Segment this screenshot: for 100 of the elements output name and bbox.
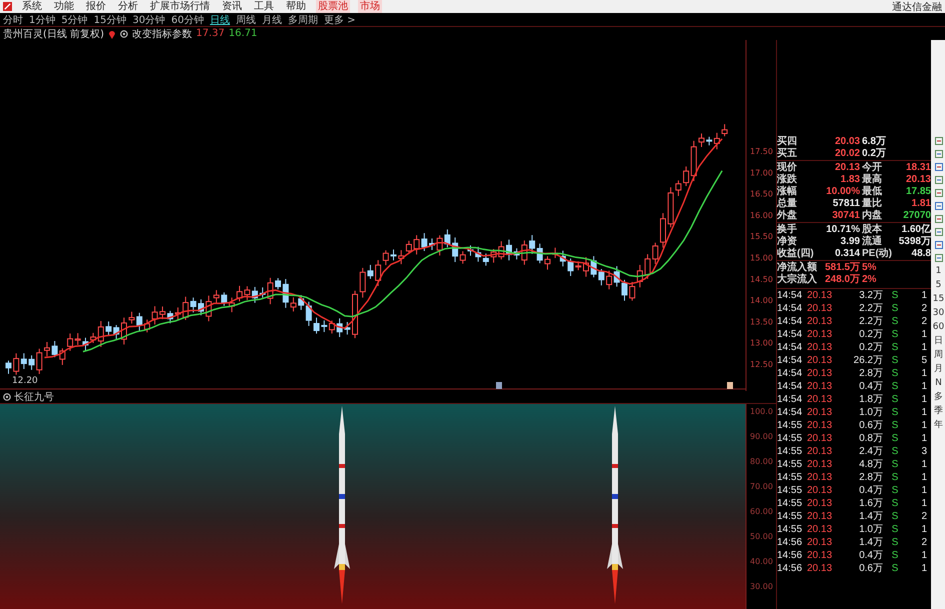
price-axis-label: 12.50 <box>750 360 773 369</box>
trade-volume: 26.2万 <box>852 354 883 367</box>
period-tab[interactable]: 日线 <box>210 12 230 26</box>
menu-item[interactable]: 分析 <box>116 0 140 13</box>
marker-icon <box>727 382 733 389</box>
toolbar-button[interactable]: 30 <box>932 308 944 319</box>
gear-icon[interactable] <box>120 28 128 38</box>
trade-side: S <box>890 510 900 523</box>
trade-side: S <box>890 380 900 393</box>
toolbar-icon[interactable] <box>934 253 944 263</box>
trade-time: 14:55 <box>777 419 804 432</box>
trade-price: 20.13 <box>807 315 834 328</box>
trade-count: 1 <box>920 328 927 341</box>
trade-volume: 1.0万 <box>858 406 883 419</box>
menu-item[interactable]: 功能 <box>52 0 76 13</box>
quote-cell-text: 内盘 <box>862 210 883 222</box>
toolbar-button[interactable]: 日 <box>934 336 943 347</box>
trade-volume: 1.6万 <box>858 497 883 510</box>
trade-volume: 0.4万 <box>858 380 883 393</box>
price-axis-label: 14.50 <box>750 274 773 284</box>
price-axis-label: 17.50 <box>750 147 773 156</box>
toolbar-button[interactable]: 5 <box>936 280 942 291</box>
indicator-value: 17.37 <box>196 28 225 39</box>
period-tab[interactable]: 60分钟 <box>171 12 204 26</box>
period-tab[interactable]: 30分钟 <box>132 12 166 26</box>
period-tab[interactable]: 分时 <box>3 12 23 26</box>
toolbar-button[interactable]: 月 <box>934 364 943 375</box>
trade-volume: 3.2万 <box>858 289 883 302</box>
menu-item[interactable]: 系统 <box>20 0 44 13</box>
trade-side: S <box>890 484 900 497</box>
trade-price: 20.13 <box>807 380 834 393</box>
trade-time: 14:55 <box>777 510 804 523</box>
trade-time: 14:55 <box>777 458 804 471</box>
trade-time: 14:56 <box>777 562 804 575</box>
quote-cell-text: 净资 <box>777 236 798 248</box>
menu-item[interactable]: 工具 <box>252 0 276 13</box>
period-tab[interactable]: 1分钟 <box>29 12 56 26</box>
indicator-axis-label: 60.00 <box>750 507 773 516</box>
toolbar-icon[interactable] <box>934 136 944 146</box>
toolbar-icon[interactable] <box>934 162 944 172</box>
trade-time: 14:54 <box>777 380 804 393</box>
trade-time: 14:54 <box>777 406 804 419</box>
period-tab[interactable]: 周线 <box>236 12 256 26</box>
quote-cell-text: 1.81 <box>910 198 931 210</box>
trade-volume: 0.2万 <box>858 341 883 354</box>
trade-time: 14:54 <box>777 302 804 315</box>
period-tab[interactable]: 月线 <box>262 12 282 26</box>
menu-item[interactable]: 市场 <box>358 0 382 13</box>
quote-cell-text: 净流入额 <box>777 262 818 273</box>
trade-side: S <box>890 419 900 432</box>
trade-side: S <box>890 536 900 549</box>
toolbar-icon[interactable] <box>934 227 944 237</box>
indicator-axis-label: 40.00 <box>750 557 773 566</box>
period-tab[interactable]: 多周期 <box>288 12 318 26</box>
menu-item[interactable]: 扩展市场行情 <box>148 0 212 13</box>
toolbar-button[interactable]: 15 <box>932 294 944 305</box>
quote-cell-text: 现价 <box>777 162 798 174</box>
indicator-axis-label: 30.00 <box>750 582 773 591</box>
trade-side: S <box>890 393 900 406</box>
quote-cell-text: 最低 <box>862 186 883 198</box>
quote-cell-text: 10.71% <box>825 224 860 236</box>
toolbar-button[interactable]: 多 <box>934 392 943 403</box>
period-tab[interactable]: 15分钟 <box>94 12 126 26</box>
quote-cell-text: 248.0万 <box>824 274 860 286</box>
toolbar-button[interactable]: N <box>935 378 942 389</box>
trade-side: S <box>890 289 900 302</box>
quote-cell-text: 18.31 <box>904 162 931 174</box>
marker-icon <box>496 382 502 389</box>
toolbar-button[interactable]: 周 <box>934 350 943 361</box>
trade-count: 1 <box>920 341 927 354</box>
menu-item[interactable]: 帮助 <box>284 0 308 13</box>
menu-item[interactable]: 股票池 <box>316 0 350 13</box>
toolbar-button[interactable]: 60 <box>932 322 944 333</box>
trade-volume: 4.8万 <box>858 458 883 471</box>
toolbar-icon[interactable] <box>934 188 944 198</box>
quote-cell-text: 20.13 <box>904 174 931 186</box>
toolbar-button[interactable]: 季 <box>934 406 943 417</box>
chart-title: 贵州百灵(日线 前复权) <box>3 28 104 40</box>
quote-cell-text: 买五 <box>777 148 798 160</box>
quote-cell-text: 收益(四) <box>777 248 815 260</box>
indicator-title: 长征九号 <box>14 390 54 404</box>
indicator-name[interactable]: 改变指标参数 <box>132 26 192 40</box>
quote-cell-text: 涨跌 <box>777 174 798 186</box>
toolbar-icon[interactable] <box>934 149 944 159</box>
toolbar-button[interactable]: 1 <box>936 266 942 277</box>
trade-count: 1 <box>920 406 927 419</box>
trade-time: 14:54 <box>777 315 804 328</box>
trade-volume: 1.4万 <box>858 510 883 523</box>
gear-icon[interactable] <box>3 392 11 402</box>
period-tab[interactable]: 5分钟 <box>61 12 88 26</box>
menu-item[interactable]: 报价 <box>84 0 108 13</box>
trade-count: 3 <box>920 445 927 458</box>
toolbar-icon[interactable] <box>934 175 944 185</box>
toolbar-button[interactable]: 年 <box>934 420 943 431</box>
toolbar-icon[interactable] <box>934 214 944 224</box>
quote-cell-text: 流通 <box>862 236 883 248</box>
menu-item[interactable]: 资讯 <box>220 0 244 13</box>
toolbar-icon[interactable] <box>934 201 944 211</box>
period-tab[interactable]: 更多 > <box>324 12 356 26</box>
toolbar-icon[interactable] <box>934 240 944 250</box>
